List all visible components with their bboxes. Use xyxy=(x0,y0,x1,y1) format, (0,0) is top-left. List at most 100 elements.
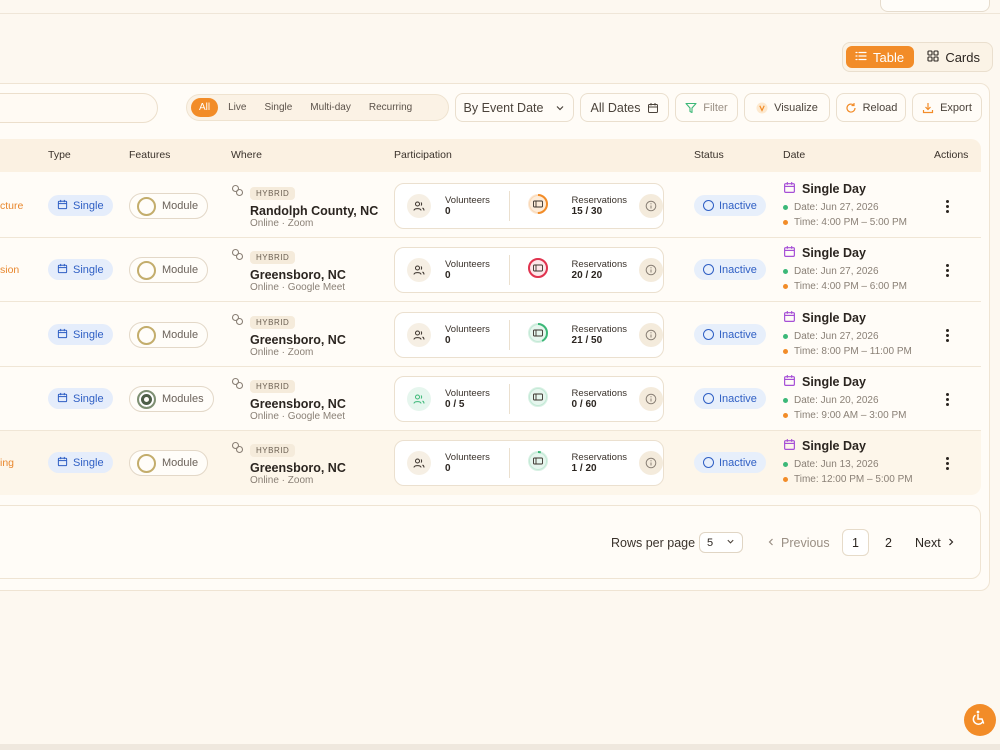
header-actions: Actions xyxy=(934,149,969,161)
next-page-button[interactable]: Next xyxy=(915,529,955,556)
volunteers-value: 0 xyxy=(445,270,451,281)
type-label: Single xyxy=(73,263,104,276)
download-icon xyxy=(922,102,934,114)
feature-pill[interactable]: Module xyxy=(129,450,209,476)
time-value: Time: 8:00 PM – 11:00 PM xyxy=(794,346,912,357)
volunteers-segment: Volunteers 0 xyxy=(395,451,511,475)
feature-pill[interactable]: Module xyxy=(129,257,209,283)
reservations-segment: Reservations 1 / 20 xyxy=(510,449,663,478)
list-icon xyxy=(855,50,867,65)
reservations-progress-ring xyxy=(526,385,550,414)
status-badge: Inactive xyxy=(694,324,766,345)
sort-select[interactable]: By Event Date xyxy=(455,93,574,122)
where-platform: Online · Zoom xyxy=(250,218,314,229)
info-icon[interactable] xyxy=(639,323,663,347)
feature-pill[interactable]: Modules xyxy=(129,386,214,412)
chip-all[interactable]: All xyxy=(191,98,219,117)
where-tag: HYBRID xyxy=(250,250,296,264)
module-status-icon xyxy=(137,389,156,409)
info-icon[interactable] xyxy=(639,451,663,475)
calendar-icon xyxy=(783,245,796,261)
cards-view-label: Cards xyxy=(945,49,980,65)
chip-single[interactable]: Single xyxy=(256,98,300,117)
feature-label: Module xyxy=(162,264,199,276)
date-value: Date: Jun 20, 2026 xyxy=(794,395,879,406)
table-view-button[interactable]: Table xyxy=(846,46,915,68)
previous-page-button[interactable]: Previous xyxy=(767,529,830,556)
row-actions-menu-icon[interactable] xyxy=(940,196,954,216)
view-toggle: Table Cards xyxy=(842,42,993,72)
feature-pill[interactable]: Module xyxy=(129,193,209,219)
filter-button[interactable]: Filter xyxy=(675,93,738,122)
info-icon[interactable] xyxy=(639,258,663,282)
page-button-2[interactable]: 2 xyxy=(875,529,902,556)
where-location: Greensboro, NC xyxy=(250,268,346,282)
header-features[interactable]: Features xyxy=(129,149,170,161)
participation-card: Volunteers 0 Reservations 15 / 30 xyxy=(394,183,664,229)
status-circle-icon xyxy=(703,393,714,404)
status-circle-icon xyxy=(703,200,714,211)
where-location: Greensboro, NC xyxy=(250,397,346,411)
info-icon[interactable] xyxy=(639,387,663,411)
rows-per-page-value: 5 xyxy=(707,536,714,549)
volunteers-segment: Volunteers 0 xyxy=(395,323,511,347)
grid-icon xyxy=(927,49,939,65)
status-label: Inactive xyxy=(719,328,757,341)
page-number: 1 xyxy=(852,535,859,550)
feature-label: Module xyxy=(162,200,199,212)
participation-card: Volunteers 0 / 5 Reservations 0 / 60 xyxy=(394,376,664,422)
rows-per-page-select[interactable]: 5 xyxy=(699,532,743,553)
visualize-button[interactable]: Visualize xyxy=(744,93,830,122)
accessibility-button[interactable] xyxy=(964,704,996,736)
calendar-icon xyxy=(57,199,68,213)
event-title-fragment[interactable]: sion xyxy=(0,264,19,276)
calendar-icon xyxy=(57,263,68,277)
where-cell: HYBRID Greensboro, NC Online · Google Me… xyxy=(231,377,346,422)
link-icon xyxy=(231,313,244,331)
top-bar-control[interactable] xyxy=(880,0,990,12)
page-number: 2 xyxy=(885,535,892,550)
page-button-1[interactable]: 1 xyxy=(842,529,869,556)
reservations-segment: Reservations 0 / 60 xyxy=(510,385,663,414)
reservations-value: 0 / 60 xyxy=(571,399,597,410)
chip-multi-day[interactable]: Multi-day xyxy=(302,98,359,117)
volunteers-label: Volunteers xyxy=(445,388,490,399)
row-actions-menu-icon[interactable] xyxy=(940,325,954,345)
row-actions-menu-icon[interactable] xyxy=(940,389,954,409)
cards-view-button[interactable]: Cards xyxy=(918,46,989,68)
export-button[interactable]: Export xyxy=(912,93,982,122)
where-tag: HYBRID xyxy=(250,379,296,393)
header-where[interactable]: Where xyxy=(231,149,262,161)
event-title-fragment[interactable]: cture xyxy=(0,200,23,212)
link-icon xyxy=(231,441,244,459)
time-value: Time: 12:00 PM – 5:00 PM xyxy=(794,474,913,485)
chip-recurring[interactable]: Recurring xyxy=(361,98,420,117)
header-status[interactable]: Status xyxy=(694,149,724,161)
feature-pill[interactable]: Module xyxy=(129,322,209,348)
search-input[interactable] xyxy=(0,93,158,123)
dates-select[interactable]: All Dates xyxy=(580,93,669,122)
reservations-segment: Reservations 15 / 30 xyxy=(510,192,663,221)
reload-button[interactable]: Reload xyxy=(836,93,906,122)
event-title-fragment[interactable]: ing xyxy=(0,457,14,469)
volunteers-label: Volunteers xyxy=(445,259,490,270)
header-type[interactable]: Type xyxy=(48,149,71,161)
chip-live[interactable]: Live xyxy=(220,98,254,117)
reservations-progress-ring xyxy=(526,449,550,478)
header-date[interactable]: Date xyxy=(783,149,805,161)
calendar-icon xyxy=(57,328,68,342)
reservations-value: 21 / 50 xyxy=(571,335,603,346)
sort-select-value: By Event Date xyxy=(463,100,544,115)
calendar-icon xyxy=(783,310,796,326)
info-icon[interactable] xyxy=(639,194,663,218)
volunteers-segment: Volunteers 0 xyxy=(395,194,511,218)
date-type: Single Day xyxy=(802,182,866,196)
status-circle-icon xyxy=(703,264,714,275)
date-cell: Single Day Date: Jun 13, 2026 Time: 12:0… xyxy=(783,438,913,485)
row-actions-menu-icon[interactable] xyxy=(940,260,954,280)
header-participation[interactable]: Participation xyxy=(394,149,452,161)
date-type: Single Day xyxy=(802,246,866,260)
next-label: Next xyxy=(915,535,941,550)
row-actions-menu-icon[interactable] xyxy=(940,453,954,473)
visualize-icon xyxy=(756,102,768,114)
